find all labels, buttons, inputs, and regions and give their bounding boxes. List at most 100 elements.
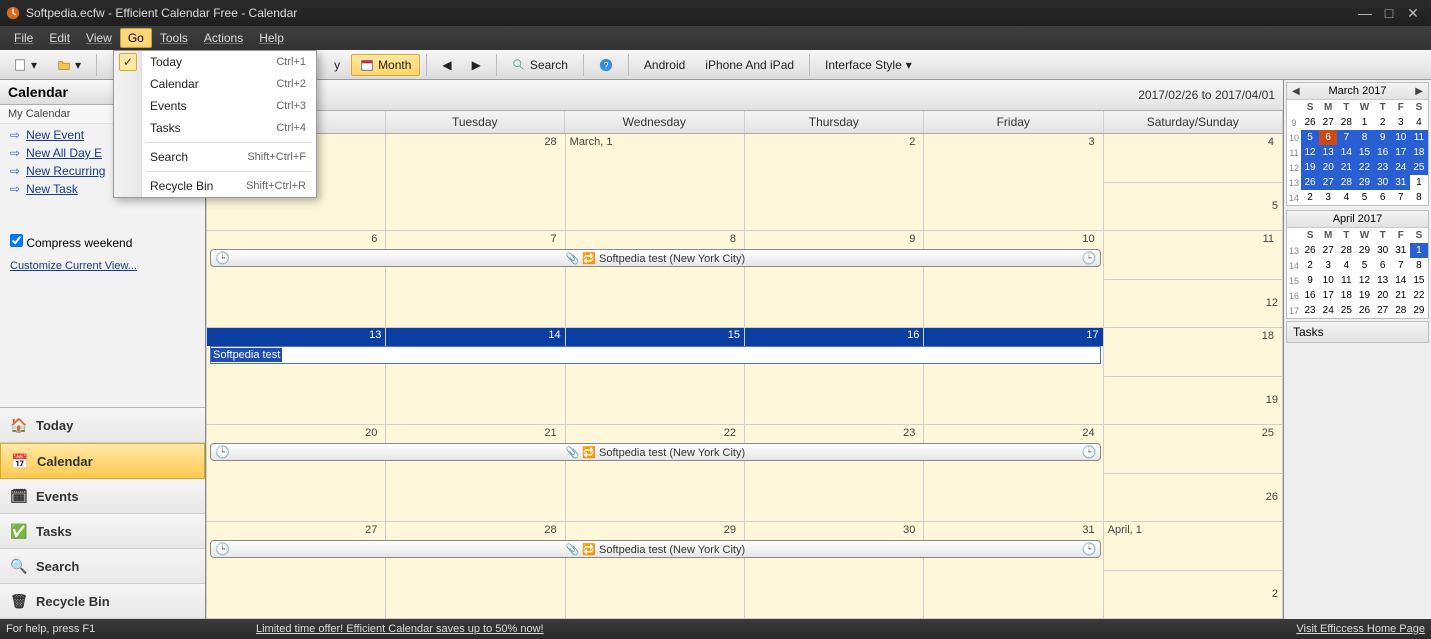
calendar-cell[interactable]: 45 [1104, 134, 1283, 231]
nav-search[interactable]: 🔍Search [0, 549, 205, 584]
current-date: March 13, 2017 [214, 82, 1138, 96]
calendar-cell[interactable]: 9 [745, 231, 924, 328]
dayhead-thu: Thursday [745, 111, 925, 133]
calendar-cell[interactable]: 20 [207, 425, 386, 522]
calendar-cell[interactable]: 13 [207, 328, 386, 425]
nav-tasks[interactable]: ✅Tasks [0, 514, 205, 549]
calendar-cell[interactable]: 6 [207, 231, 386, 328]
arrow-icon: ⇨ [10, 182, 20, 196]
menu-item-events[interactable]: EventsCtrl+3 [114, 95, 316, 117]
menu-item-today[interactable]: ✓ TodayCtrl+1 [114, 51, 316, 73]
calendar-cell[interactable]: 28 [386, 522, 565, 619]
tasks-panel-header[interactable]: Tasks [1286, 321, 1429, 343]
calendar-cell[interactable]: 2526 [1104, 425, 1283, 522]
event-bar[interactable]: 🕒📎 🔁 Softpedia test (New York City)🕒 [210, 443, 1101, 461]
calendar-icon [360, 58, 374, 72]
event-bar[interactable]: 🕒📎 🔁 Softpedia test (New York City)🕒 [210, 249, 1101, 267]
calendar-cell[interactable]: 8 [566, 231, 745, 328]
nav-recycle-bin[interactable]: 🗑Recycle Bin [0, 584, 205, 619]
nav-prev-button[interactable]: ◀ [433, 54, 460, 76]
calendar-cell[interactable]: 3 [924, 134, 1103, 231]
folder-button[interactable]: ▾ [48, 54, 90, 76]
calendar-cell[interactable]: 15 [566, 328, 745, 425]
mini-calendar-april[interactable]: April 2017 SMTWTFS1326272829303111423456… [1286, 210, 1429, 319]
menu-item-recycle-bin[interactable]: Recycle BinShift+Ctrl+R [114, 175, 316, 197]
calendar-cell[interactable]: 21 [386, 425, 565, 522]
interface-style-button[interactable]: Interface Style ▾ [816, 54, 921, 76]
day-header-row: day Tuesday Wednesday Thursday Friday Sa… [206, 111, 1283, 134]
link-new-event[interactable]: New Event [26, 128, 84, 142]
next-month-button[interactable]: ▶ [1412, 86, 1426, 97]
status-bar: For help, press F1 Limited time offer! E… [0, 619, 1431, 639]
mini-calendar-march[interactable]: ◀ March 2017 ▶ SMTWTFS926272812341056789… [1286, 82, 1429, 206]
link-new-all-day[interactable]: New All Day E [26, 146, 102, 160]
nav-next-button[interactable]: ▶ [463, 54, 490, 76]
status-help: For help, press F1 [6, 623, 256, 635]
menu-view[interactable]: View [78, 28, 120, 48]
calendar-cell[interactable]: 2 [745, 134, 924, 231]
calendar-cell[interactable]: 1819 [1104, 328, 1283, 425]
calendar-cell[interactable]: 16 [745, 328, 924, 425]
android-button[interactable]: Android [635, 54, 694, 76]
calendar-view: March 13, 2017 day 72 of the year 2017/0… [206, 80, 1283, 619]
nav-today[interactable]: 🏠Today [0, 408, 205, 443]
calendar-cell[interactable]: 22 [566, 425, 745, 522]
iphone-button[interactable]: iPhone And iPad [696, 54, 803, 76]
calendar-cell[interactable]: 17 [924, 328, 1103, 425]
date-header: March 13, 2017 day 72 of the year 2017/0… [206, 80, 1283, 111]
calendar-cell[interactable]: 7 [386, 231, 565, 328]
link-new-task[interactable]: New Task [26, 182, 78, 196]
menu-item-calendar[interactable]: CalendarCtrl+2 [114, 73, 316, 95]
view-day-button[interactable]: y [325, 54, 349, 76]
check-icon: ✓ [119, 53, 137, 71]
compress-weekend-row[interactable]: Compress weekend [0, 228, 205, 256]
minimize-button[interactable]: — [1353, 6, 1377, 20]
calendar-cell[interactable]: 27 [207, 522, 386, 619]
compress-weekend-checkbox[interactable] [10, 234, 23, 247]
clock-icon: 🕒 [215, 251, 229, 265]
nav-events[interactable]: 🗓Events [0, 479, 205, 514]
link-new-recurring[interactable]: New Recurring [26, 164, 105, 178]
status-offer-link[interactable]: Limited time offer! Efficient Calendar s… [256, 623, 544, 635]
folder-icon [57, 58, 71, 72]
prev-month-button[interactable]: ◀ [1289, 86, 1303, 97]
calendar-icon: 📅 [11, 452, 29, 470]
menu-file[interactable]: File [6, 28, 41, 48]
close-button[interactable]: ✕ [1401, 6, 1425, 20]
menu-edit[interactable]: Edit [41, 28, 78, 48]
calendar-cell[interactable]: 1112 [1104, 231, 1283, 328]
menu-tools[interactable]: Tools [152, 28, 196, 48]
new-button[interactable]: ▾ [4, 54, 46, 76]
menu-go[interactable]: Go [120, 28, 152, 48]
calendar-cell[interactable]: April, 12 [1104, 522, 1283, 619]
event-edit-input[interactable]: Softpedia test [210, 346, 1101, 364]
dayhead-fri: Friday [924, 111, 1104, 133]
page-icon [13, 58, 27, 72]
maximize-button[interactable]: □ [1377, 6, 1401, 20]
date-range: 2017/02/26 to 2017/04/01 [1138, 88, 1275, 102]
calendar-cell[interactable]: 23 [745, 425, 924, 522]
nav-calendar[interactable]: 📅Calendar [0, 443, 205, 479]
customize-view-link[interactable]: Customize Current View... [0, 256, 205, 276]
clock-icon: 🕒 [215, 445, 229, 459]
menu-item-tasks[interactable]: TasksCtrl+4 [114, 117, 316, 139]
calendar-cell[interactable]: 10 [924, 231, 1103, 328]
help-button[interactable]: ? [590, 54, 622, 76]
calendar-grid[interactable]: ebruary, 2728March, 12345678910111213141… [206, 134, 1283, 619]
arrow-icon: ⇨ [10, 128, 20, 142]
search-button[interactable]: Search [503, 54, 577, 76]
calendar-cell[interactable]: 29 [566, 522, 745, 619]
view-month-button[interactable]: Month [351, 54, 420, 76]
menu-item-search[interactable]: SearchShift+Ctrl+F [114, 146, 316, 168]
menu-actions[interactable]: Actions [196, 28, 251, 48]
calendar-cell[interactable]: 28 [386, 134, 565, 231]
calendar-cell[interactable]: March, 1 [566, 134, 745, 231]
calendar-cell[interactable]: 31 [924, 522, 1103, 619]
event-bar[interactable]: 🕒📎 🔁 Softpedia test (New York City)🕒 [210, 540, 1101, 558]
calendar-cell[interactable]: 30 [745, 522, 924, 619]
calendar-cell[interactable]: 24 [924, 425, 1103, 522]
menu-bar: File Edit View Go Tools Actions Help [0, 26, 1431, 50]
status-home-link[interactable]: Visit Efficcess Home Page [1296, 623, 1425, 635]
calendar-cell[interactable]: 14 [386, 328, 565, 425]
menu-help[interactable]: Help [251, 28, 292, 48]
